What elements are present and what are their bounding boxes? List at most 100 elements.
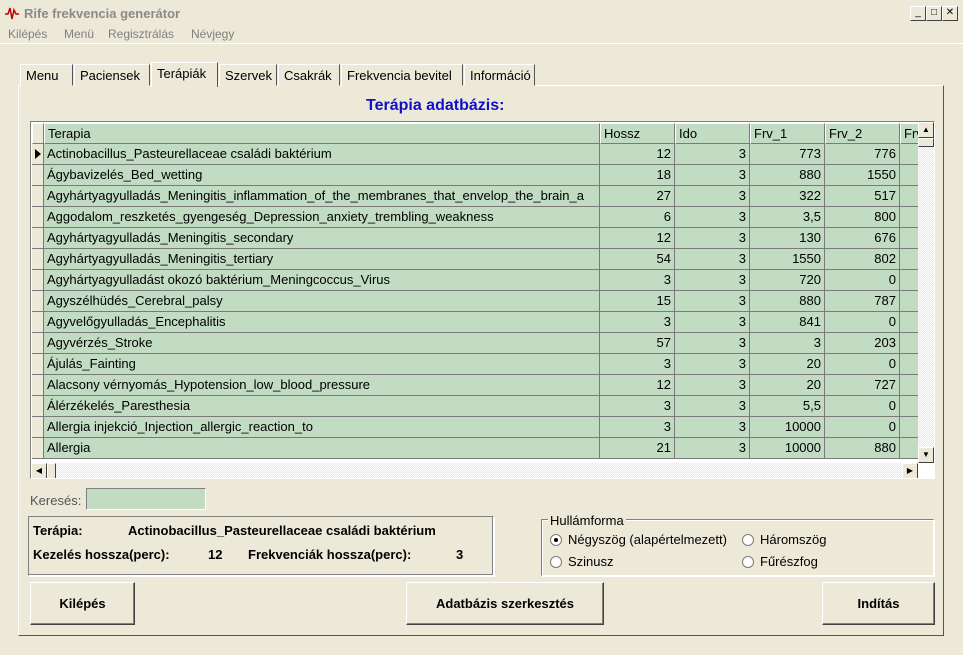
table-cell[interactable] — [900, 312, 918, 333]
table-cell[interactable]: Alacsony vérnyomás_Hypotension_low_blood… — [44, 375, 600, 396]
table-cell[interactable]: 54 — [600, 249, 675, 270]
table-cell[interactable]: Agyhártyagyulladás_Meningitis_secondary — [44, 228, 600, 249]
table-cell[interactable]: 27 — [600, 186, 675, 207]
table-cell[interactable]: 3 — [750, 333, 825, 354]
table-row[interactable]: Agyhártyagyulladás_Meningitis_inflammati… — [32, 186, 918, 207]
table-cell[interactable]: 21 — [600, 438, 675, 459]
table-cell[interactable]: 3 — [675, 291, 750, 312]
table-cell[interactable] — [900, 249, 918, 270]
table-row[interactable]: Aggodalom_reszketés_gyengeség_Depression… — [32, 207, 918, 228]
table-cell[interactable]: Allergia injekció_Injection_allergic_rea… — [44, 417, 600, 438]
table-cell[interactable]: 3,5 — [750, 207, 825, 228]
table-cell[interactable]: 880 — [825, 438, 900, 459]
table-cell[interactable] — [900, 186, 918, 207]
table-cell[interactable]: Agyhártyagyulladást okozó baktérium_Meni… — [44, 270, 600, 291]
table-cell[interactable]: 322 — [750, 186, 825, 207]
table-cell[interactable] — [900, 396, 918, 417]
vertical-scroll-thumb[interactable] — [918, 138, 934, 147]
table-cell[interactable]: 3 — [675, 165, 750, 186]
table-cell[interactable]: 12 — [600, 375, 675, 396]
table-cell[interactable]: 15 — [600, 291, 675, 312]
table-cell[interactable]: 517 — [825, 186, 900, 207]
table-cell[interactable]: 3 — [675, 186, 750, 207]
table-cell[interactable]: Álérzékelés_Paresthesia — [44, 396, 600, 417]
table-cell[interactable] — [900, 165, 918, 186]
table-cell[interactable]: 130 — [750, 228, 825, 249]
table-row[interactable]: Álérzékelés_Paresthesia 3 3 5,5 0 — [32, 396, 918, 417]
tab-frequency-input[interactable]: Frekvencia bevitel — [341, 64, 463, 86]
table-cell[interactable]: Aggodalom_reszketés_gyengeség_Depression… — [44, 207, 600, 228]
table-cell[interactable]: 3 — [675, 438, 750, 459]
table-cell[interactable]: 880 — [750, 165, 825, 186]
table-cell[interactable]: 776 — [825, 144, 900, 165]
table-cell[interactable]: 800 — [825, 207, 900, 228]
table-cell[interactable]: 20 — [750, 375, 825, 396]
table-row[interactable]: Allergia injekció_Injection_allergic_rea… — [32, 417, 918, 438]
column-header-frv1[interactable]: Frv_1 — [750, 123, 825, 144]
table-cell[interactable]: 12 — [600, 228, 675, 249]
horizontal-scroll-thumb[interactable] — [47, 463, 56, 478]
search-input[interactable] — [86, 488, 206, 510]
scroll-right-arrow-icon[interactable]: ▶ — [902, 463, 918, 478]
table-cell[interactable]: Agyvelőgyulladás_Encephalitis — [44, 312, 600, 333]
tab-chakras[interactable]: Csakrák — [278, 64, 340, 86]
table-cell[interactable]: 3 — [675, 417, 750, 438]
edit-database-button[interactable]: Adatbázis szerkesztés — [406, 582, 604, 625]
column-header-time[interactable]: Ido — [675, 123, 750, 144]
table-cell[interactable]: 6 — [600, 207, 675, 228]
table-cell[interactable]: 3 — [600, 417, 675, 438]
radio-sawtooth[interactable]: Fűrészfog — [742, 554, 818, 569]
tab-menu[interactable]: Menu — [20, 64, 73, 86]
menu-item-menu[interactable]: Menü — [64, 27, 94, 41]
table-cell[interactable]: 1550 — [825, 165, 900, 186]
column-header-frv3[interactable]: Frv — [900, 123, 918, 144]
table-cell[interactable]: Agyvérzés_Stroke — [44, 333, 600, 354]
table-cell[interactable] — [900, 270, 918, 291]
table-cell[interactable]: Agyhártyagyulladás_Meningitis_tertiary — [44, 249, 600, 270]
table-cell[interactable] — [900, 354, 918, 375]
table-cell[interactable]: 0 — [825, 312, 900, 333]
menu-item-register[interactable]: Regisztrálás — [108, 27, 174, 41]
table-cell[interactable] — [900, 417, 918, 438]
table-cell[interactable]: 18 — [600, 165, 675, 186]
table-cell[interactable]: 676 — [825, 228, 900, 249]
radio-triangle[interactable]: Háromszög — [742, 532, 826, 547]
radio-sine[interactable]: Szinusz — [550, 554, 614, 569]
table-cell[interactable]: 12 — [600, 144, 675, 165]
table-cell[interactable]: 720 — [750, 270, 825, 291]
column-header-therapy[interactable]: Terapia — [44, 123, 600, 144]
table-cell[interactable]: 20 — [750, 354, 825, 375]
column-header-frv2[interactable]: Frv_2 — [825, 123, 900, 144]
table-cell[interactable]: 57 — [600, 333, 675, 354]
table-cell[interactable]: Agyhártyagyulladás_Meningitis_inflammati… — [44, 186, 600, 207]
table-cell[interactable]: Ájulás_Fainting — [44, 354, 600, 375]
table-cell[interactable]: 0 — [825, 270, 900, 291]
menu-item-exit[interactable]: Kilépés — [8, 27, 47, 41]
table-cell[interactable]: 1550 — [750, 249, 825, 270]
table-cell[interactable]: 5,5 — [750, 396, 825, 417]
table-row[interactable]: Agyvérzés_Stroke 57 3 3 203 — [32, 333, 918, 354]
table-cell[interactable]: 3 — [675, 396, 750, 417]
table-row[interactable]: Allergia 21 3 10000 880 — [32, 438, 918, 459]
tab-therapies[interactable]: Terápiák — [151, 62, 218, 87]
table-cell[interactable] — [900, 207, 918, 228]
table-row[interactable]: Actinobacillus_Pasteurellaceae családi b… — [32, 144, 918, 165]
radio-triangle-indicator[interactable] — [742, 534, 754, 546]
menu-item-about[interactable]: Névjegy — [191, 27, 234, 41]
table-cell[interactable]: 3 — [675, 270, 750, 291]
vertical-scrollbar[interactable]: ▲ ▼ — [918, 122, 934, 463]
close-button[interactable]: ✕ — [942, 6, 958, 21]
table-cell[interactable]: Actinobacillus_Pasteurellaceae családi b… — [44, 144, 600, 165]
table-cell[interactable]: 787 — [825, 291, 900, 312]
table-row[interactable]: Agyhártyagyulladást okozó baktérium_Meni… — [32, 270, 918, 291]
exit-button[interactable]: Kilépés — [30, 582, 135, 625]
table-cell[interactable]: 3 — [600, 270, 675, 291]
table-row[interactable]: Alacsony vérnyomás_Hypotension_low_blood… — [32, 375, 918, 396]
minimize-button[interactable]: _ — [910, 6, 926, 21]
tab-patients[interactable]: Paciensek — [74, 64, 150, 86]
table-cell[interactable]: 0 — [825, 417, 900, 438]
table-cell[interactable]: 3 — [600, 312, 675, 333]
table-cell[interactable] — [900, 144, 918, 165]
table-cell[interactable]: Ágybavizelés_Bed_wetting — [44, 165, 600, 186]
table-cell[interactable]: 841 — [750, 312, 825, 333]
